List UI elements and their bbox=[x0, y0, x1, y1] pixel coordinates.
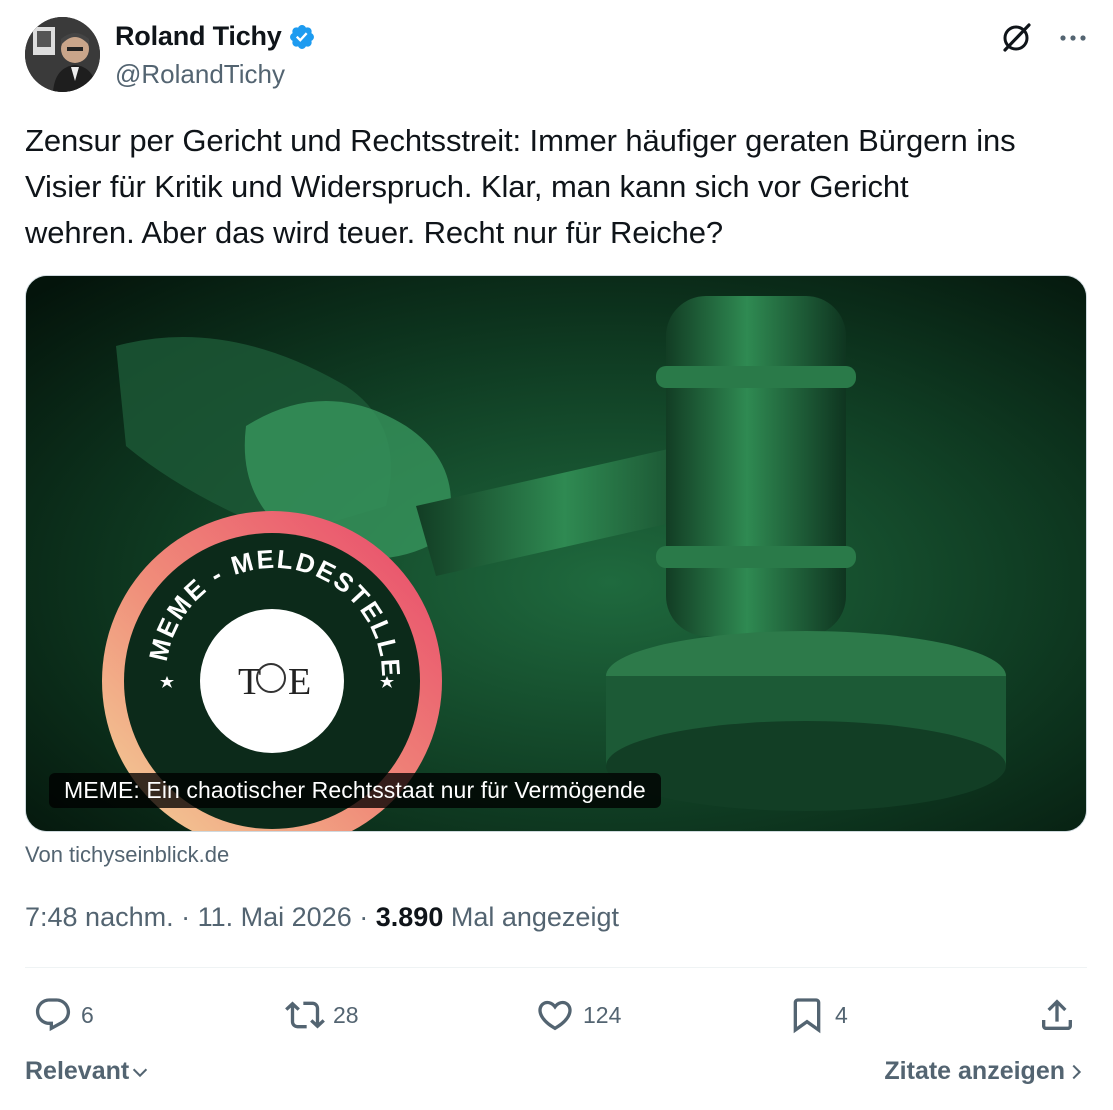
sort-dropdown[interactable]: Relevant bbox=[25, 1057, 151, 1086]
reply-icon bbox=[35, 998, 71, 1032]
bookmark-count: 4 bbox=[835, 1001, 848, 1028]
link-card[interactable]: T E MEME - MELDESTELLE FÜR MEMESTELLEN M… bbox=[25, 275, 1087, 832]
tweet-date[interactable]: 11. Mai 2026 bbox=[198, 902, 352, 932]
like-icon bbox=[538, 1000, 572, 1031]
card-caption: MEME: Ein chaotischer Rechtsstaat nur fü… bbox=[49, 773, 661, 808]
more-icon[interactable] bbox=[1056, 21, 1090, 55]
action-bar: 6 28 124 4 bbox=[25, 990, 1087, 1040]
author-name[interactable]: Roland Tichy bbox=[115, 21, 282, 52]
author-handle[interactable]: @RolandTichy bbox=[115, 59, 285, 90]
view-quotes-link[interactable]: Zitate anzeigen bbox=[884, 1057, 1087, 1086]
card-image: T E MEME - MELDESTELLE FÜR MEMESTELLEN bbox=[26, 276, 1086, 831]
repost-button[interactable]: 28 bbox=[285, 990, 359, 1040]
repost-count: 28 bbox=[333, 1001, 359, 1028]
tweet-meta: 7:48 nachm. · 11. Mai 2026 · 3.890 Mal a… bbox=[25, 902, 619, 933]
avatar[interactable] bbox=[25, 17, 100, 92]
tweet-text-line: Visier für Kritik und Widerspruch. Klar,… bbox=[25, 169, 909, 204]
chevron-down-icon bbox=[133, 1068, 148, 1077]
tweet-time[interactable]: 7:48 nachm. bbox=[25, 902, 174, 932]
meta-separator: · bbox=[181, 902, 191, 932]
sort-label: Relevant bbox=[25, 1057, 130, 1085]
card-source[interactable]: Von tichyseinblick.de bbox=[25, 842, 229, 868]
bookmark-icon bbox=[793, 998, 821, 1034]
share-button[interactable] bbox=[1037, 990, 1077, 1040]
divider bbox=[25, 967, 1087, 968]
quotes-label: Zitate anzeigen bbox=[884, 1057, 1065, 1085]
tweet-text-line: Zensur per Gericht und Rechtsstreit: Imm… bbox=[25, 123, 1016, 158]
share-icon bbox=[1042, 999, 1072, 1030]
bookmark-button[interactable]: 4 bbox=[787, 990, 848, 1040]
view-count: 3.890 bbox=[375, 902, 444, 932]
verified-badge-icon bbox=[288, 23, 316, 51]
view-label: Mal angezeigt bbox=[450, 902, 619, 932]
reply-count: 6 bbox=[81, 1001, 94, 1028]
logo-letter-right: E bbox=[288, 661, 311, 703]
meta-separator: · bbox=[359, 902, 369, 932]
tweet-text: Zensur per Gericht und Rechtsstreit: Imm… bbox=[25, 118, 1090, 256]
chevron-right-icon bbox=[1072, 1064, 1082, 1079]
reply-button[interactable]: 6 bbox=[33, 990, 94, 1040]
like-button[interactable]: 124 bbox=[535, 990, 621, 1040]
tweet-header: Roland Tichy @RolandTichy bbox=[25, 17, 1090, 93]
grok-icon[interactable] bbox=[999, 21, 1033, 55]
like-count: 124 bbox=[583, 1001, 622, 1028]
replies-footer: Relevant Zitate anzeigen bbox=[25, 1055, 1087, 1095]
tweet-text-line: wehren. Aber das wird teuer. Recht nur f… bbox=[25, 215, 724, 250]
repost-icon bbox=[285, 1001, 325, 1029]
